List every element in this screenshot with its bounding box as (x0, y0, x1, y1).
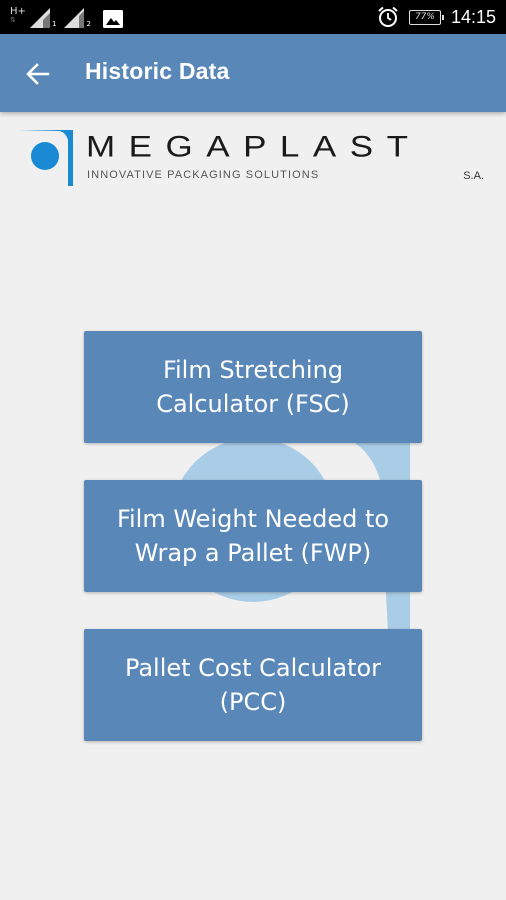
pallet-cost-calculator-button[interactable]: Pallet Cost Calculator (PCC) (84, 629, 422, 741)
button-label: Film Weight Needed to Wrap a Pallet (FWP… (116, 505, 390, 567)
back-button[interactable] (22, 58, 54, 90)
arrow-left-icon (26, 63, 50, 85)
button-label: Film Stretching Calculator (FSC) (156, 356, 350, 418)
page-title: Historic Data (85, 58, 230, 84)
film-weight-needed-button[interactable]: Film Weight Needed to Wrap a Pallet (FWP… (84, 480, 422, 592)
app-bar: Historic Data (0, 34, 506, 112)
logo-watermark (171, 438, 410, 632)
film-stretching-calculator-button[interactable]: Film Stretching Calculator (FSC) (84, 331, 422, 443)
button-label: Pallet Cost Calculator (PCC) (124, 654, 382, 716)
